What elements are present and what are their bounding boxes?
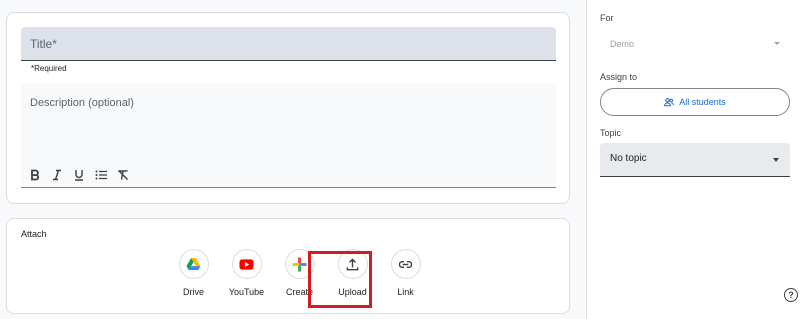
italic-icon	[53, 169, 61, 181]
bulleted-list-icon	[95, 170, 107, 180]
description-input[interactable]: Description (optional)	[21, 83, 556, 188]
youtube-label: YouTube	[228, 287, 265, 297]
bold-button[interactable]	[27, 167, 43, 183]
link-label: Link	[397, 287, 414, 297]
attach-youtube[interactable]: YouTube	[220, 249, 273, 297]
required-note: *Required	[31, 64, 67, 73]
settings-panel: For Demo Assign to All students Topic No…	[586, 0, 800, 319]
form-card: Title* *Required Description (optional)	[6, 12, 570, 204]
dropdown-arrow-icon	[774, 42, 780, 45]
for-label: For	[600, 13, 614, 23]
all-students-button[interactable]: All students	[600, 88, 790, 116]
upload-highlight-box	[308, 251, 372, 308]
all-students-label: All students	[679, 97, 726, 107]
youtube-icon	[239, 258, 254, 270]
topic-label: Topic	[600, 128, 622, 138]
italic-button[interactable]	[49, 167, 65, 183]
help-icon: ?	[788, 290, 794, 300]
bold-icon	[31, 169, 40, 181]
clear-formatting-icon	[118, 170, 128, 180]
title-placeholder: Title*	[30, 37, 57, 51]
youtube-button[interactable]	[231, 249, 262, 279]
class-select-value: Demo	[610, 39, 635, 49]
attach-label: Attach	[21, 229, 47, 239]
attach-options: Drive YouTube Create Upload Link	[167, 249, 432, 297]
dropdown-arrow-icon	[773, 158, 779, 162]
attach-card: Attach Drive YouTube Create Upload Link	[6, 218, 570, 314]
assign-to-label: Assign to	[600, 72, 638, 82]
clear-formatting-button[interactable]	[115, 167, 131, 183]
attach-link[interactable]: Link	[379, 249, 432, 297]
format-toolbar	[27, 167, 131, 183]
underline-button[interactable]	[71, 167, 87, 183]
help-button[interactable]: ?	[784, 288, 798, 302]
drive-label: Drive	[182, 287, 204, 297]
drive-icon	[186, 257, 201, 270]
link-button[interactable]	[390, 249, 421, 279]
topic-select[interactable]: No topic	[600, 143, 790, 177]
class-select[interactable]: Demo	[600, 30, 790, 60]
create-icon	[292, 256, 307, 272]
people-icon	[664, 98, 675, 107]
title-input[interactable]: Title*	[21, 27, 556, 61]
drive-button[interactable]	[178, 249, 209, 279]
attach-drive[interactable]: Drive	[167, 249, 220, 297]
topic-select-value: No topic	[610, 153, 647, 164]
description-placeholder: Description (optional)	[30, 97, 134, 109]
link-icon	[398, 260, 413, 268]
bulleted-list-button[interactable]	[93, 167, 109, 183]
underline-icon	[75, 170, 83, 181]
